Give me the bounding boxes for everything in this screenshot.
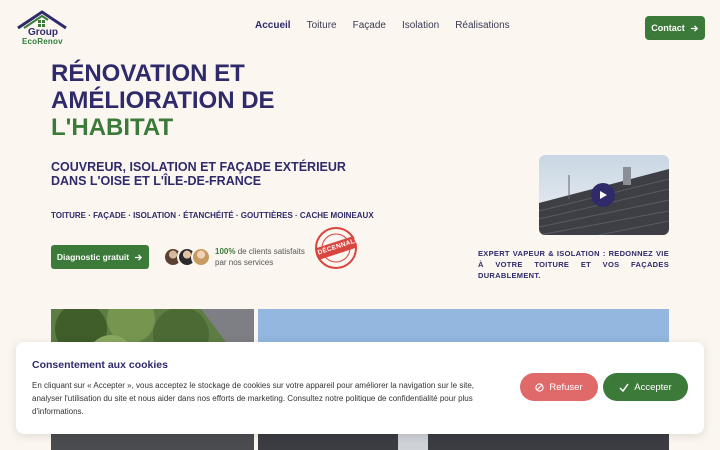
play-icon bbox=[600, 191, 607, 199]
contact-label: Contact bbox=[651, 23, 685, 33]
video-thumbnail[interactable] bbox=[539, 155, 669, 235]
nav-accueil[interactable]: Accueil bbox=[255, 20, 291, 31]
nav-facade[interactable]: Façade bbox=[353, 20, 386, 31]
ban-icon bbox=[535, 382, 544, 392]
nav-toiture[interactable]: Toiture bbox=[307, 20, 337, 31]
logo[interactable]: Group EcoRenov bbox=[14, 10, 70, 46]
avatar bbox=[191, 247, 211, 267]
nav-isolation[interactable]: Isolation bbox=[402, 20, 439, 31]
cookie-text: En cliquant sur « Accepter », vous accep… bbox=[32, 381, 475, 416]
refuse-button[interactable]: Refuser bbox=[520, 373, 598, 401]
hero-title-line1: RÉNOVATION ET bbox=[51, 60, 245, 87]
play-button[interactable] bbox=[591, 183, 615, 207]
main-nav: Accueil Toiture Façade Isolation Réalisa… bbox=[255, 20, 510, 31]
check-icon bbox=[619, 383, 629, 392]
decennale-seal: DÉCENNALE bbox=[313, 225, 360, 271]
services-list: TOITURE · FAÇADE · ISOLATION · ÉTANCHÉIT… bbox=[51, 211, 374, 220]
hero-title: RÉNOVATION ET AMÉLIORATION DE L'HABITAT bbox=[51, 60, 275, 141]
accept-label: Accepter bbox=[634, 381, 672, 393]
hero-subtitle: COUVREUR, ISOLATION ET FAÇADE EXTÉRIEUR … bbox=[51, 160, 346, 188]
satisfaction-percent: 100% bbox=[215, 247, 236, 256]
arrow-right-icon bbox=[690, 24, 698, 32]
satisfaction-stat: 100% de clients satisfaits par nos servi… bbox=[215, 247, 305, 268]
cookie-title: Consentement aux cookies bbox=[32, 359, 168, 371]
header: Group EcoRenov Accueil Toiture Façade Is… bbox=[0, 0, 720, 55]
contact-button[interactable]: Contact bbox=[645, 16, 705, 40]
satisfaction-text-2: par nos services bbox=[215, 257, 274, 267]
diagnostic-button[interactable]: Diagnostic gratuit bbox=[51, 245, 149, 269]
nav-realisations[interactable]: Réalisations bbox=[455, 20, 509, 31]
arrow-right-icon bbox=[135, 253, 143, 261]
client-avatars bbox=[163, 247, 213, 269]
refuse-label: Refuser bbox=[549, 381, 583, 393]
satisfaction-text-1: de clients satisfaits bbox=[235, 247, 305, 256]
hero-tagline: EXPERT VAPEUR & ISOLATION : REDONNEZ VIE… bbox=[478, 249, 669, 280]
cookie-banner: Consentement aux cookies En cliquant sur… bbox=[16, 342, 704, 434]
hero-title-line2: AMÉLIORATION DE bbox=[51, 87, 275, 114]
accept-button[interactable]: Accepter bbox=[603, 373, 688, 401]
logo-text-ecorenov: EcoRenov bbox=[22, 37, 63, 46]
hero-title-line3: L'HABITAT bbox=[51, 114, 174, 141]
diagnostic-label: Diagnostic gratuit bbox=[56, 252, 130, 262]
